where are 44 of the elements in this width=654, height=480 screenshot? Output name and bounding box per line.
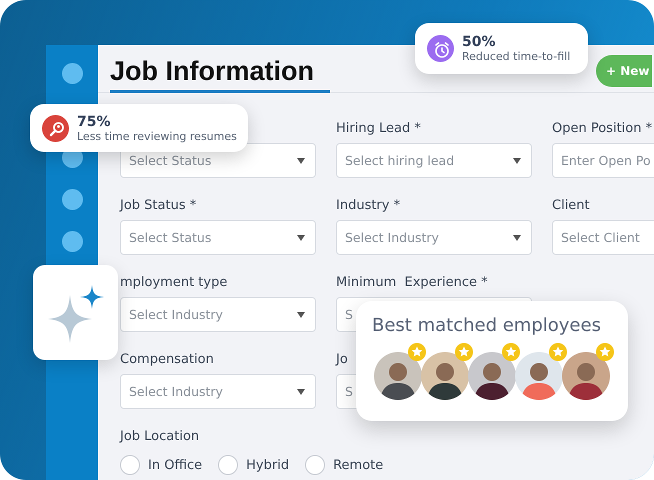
caret-icon <box>513 158 521 164</box>
avatar <box>421 352 469 400</box>
field-label: Industry * <box>336 198 402 214</box>
avatar <box>374 352 422 400</box>
radio-label[interactable]: Remote <box>333 458 384 472</box>
radio-label[interactable]: Hybrid <box>246 458 290 472</box>
new-button[interactable]: + New <box>596 55 652 87</box>
radio-button[interactable] <box>120 455 140 475</box>
select-field[interactable]: Select hiring lead <box>336 143 532 178</box>
radio-button[interactable] <box>305 455 326 475</box>
field-label: Jo <box>336 352 349 368</box>
field-label: mployment type <box>120 275 228 291</box>
field-label: Open Position * <box>552 121 654 137</box>
input-field[interactable]: Enter Open Po <box>552 143 654 178</box>
field-label: Job Status * <box>120 198 198 214</box>
caret-icon <box>297 234 305 240</box>
caret-icon <box>513 234 521 240</box>
nav-dot[interactable] <box>62 231 82 252</box>
page-title: Job Information <box>110 56 330 93</box>
stat-value: 50% <box>462 34 497 50</box>
stat-caption: Less time reviewing resumes <box>77 130 237 142</box>
field-label: Compensation <box>120 352 215 368</box>
caret-icon <box>297 158 305 164</box>
field-label: Hiring Lead * <box>336 121 422 137</box>
select-field[interactable]: Select Industry <box>120 297 316 332</box>
avatar <box>468 352 516 400</box>
radio-label[interactable]: In Office <box>148 458 202 472</box>
select-field[interactable]: Select Industry <box>120 374 316 409</box>
stat-value: 75% <box>77 114 112 130</box>
caret-icon <box>297 388 305 394</box>
caret-icon <box>297 312 305 318</box>
nav-dot[interactable] <box>62 189 82 210</box>
avatar <box>562 352 610 400</box>
select-field[interactable]: Select Industry <box>336 220 532 255</box>
field-label: Minimum Experience * <box>336 275 489 291</box>
input-field[interactable]: Select Client <box>552 220 654 255</box>
nav-dot[interactable] <box>62 63 82 84</box>
stat-caption: Reduced time-to-fill <box>462 50 570 63</box>
field-label: Client <box>552 198 591 214</box>
radio-button[interactable] <box>218 455 238 475</box>
avatar <box>515 352 563 400</box>
select-field[interactable]: Select Status <box>120 220 316 255</box>
field-label: Job Location <box>120 429 200 445</box>
card-title: Best matched employees <box>372 315 602 336</box>
